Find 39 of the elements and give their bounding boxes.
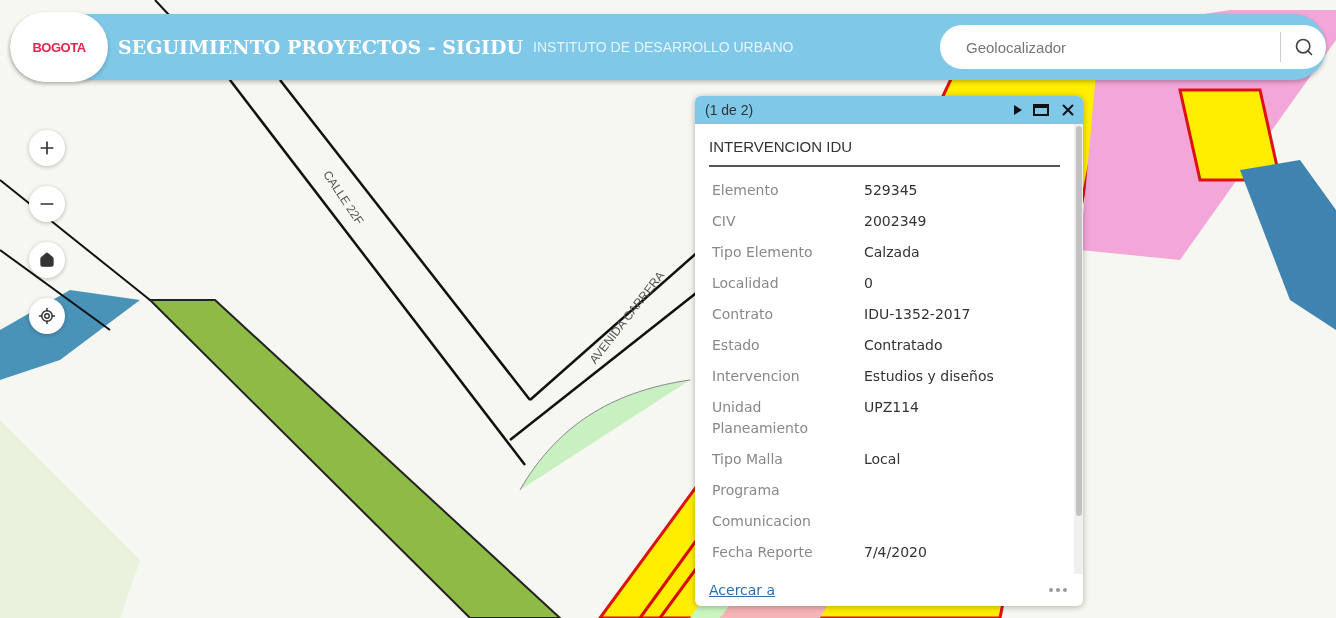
field-value: UPZ114: [864, 398, 920, 417]
more-icon[interactable]: [1049, 588, 1067, 592]
field-label: Tipo Elemento: [712, 243, 814, 262]
field-value: 7/4/2020: [864, 543, 928, 562]
zoom-out-button[interactable]: [29, 186, 65, 222]
zoom-to-link[interactable]: Acercar a: [709, 582, 776, 598]
search-icon[interactable]: [1293, 37, 1314, 57]
field-label: Contrato: [712, 305, 775, 324]
zoom-in-button[interactable]: [29, 130, 65, 166]
field-label: Localidad: [712, 274, 780, 293]
home-icon[interactable]: [39, 252, 55, 268]
field-label: Intervencion: [712, 367, 801, 386]
home-button[interactable]: [29, 242, 65, 278]
field-label: Tipo Malla: [712, 450, 784, 469]
popup-title: INTERVENCION IDU: [709, 138, 1060, 167]
field-label: Comunicacion: [712, 512, 812, 531]
field-label: Elemento: [712, 181, 780, 200]
popup-pager: (1 de 2): [705, 102, 754, 118]
field-label: Fecha Reporte: [712, 543, 814, 562]
app-subtitle: INSTITUTO DE DESARROLLO URBANO: [533, 39, 794, 55]
field-value: IDU-1352-2017: [864, 305, 972, 324]
field-value: Contratado: [864, 336, 944, 355]
field-label: Programa: [712, 481, 781, 500]
field-label: CIV: [712, 212, 737, 231]
field-label: Estado: [712, 336, 761, 355]
logo: BOGOTA: [10, 12, 108, 82]
maximize-button[interactable]: [1033, 104, 1049, 116]
search-input[interactable]: Geolocalizador: [964, 31, 1280, 63]
search-field[interactable]: Geolocalizador: [940, 25, 1326, 69]
field-value: 0: [864, 274, 874, 293]
field-value: Estudios y diseños: [864, 367, 995, 386]
field-value: Local: [864, 450, 902, 469]
field-value: Calzada: [864, 243, 921, 262]
app-title: SEGUIMIENTO PROYECTOS - SIGIDU: [118, 36, 524, 58]
field-label: Unidad Planeamiento: [712, 398, 810, 438]
crosshair-icon[interactable]: [38, 307, 56, 325]
field-value: 2002349: [864, 212, 928, 231]
next-button[interactable]: [1013, 104, 1023, 116]
field-value: 529345: [864, 181, 919, 200]
